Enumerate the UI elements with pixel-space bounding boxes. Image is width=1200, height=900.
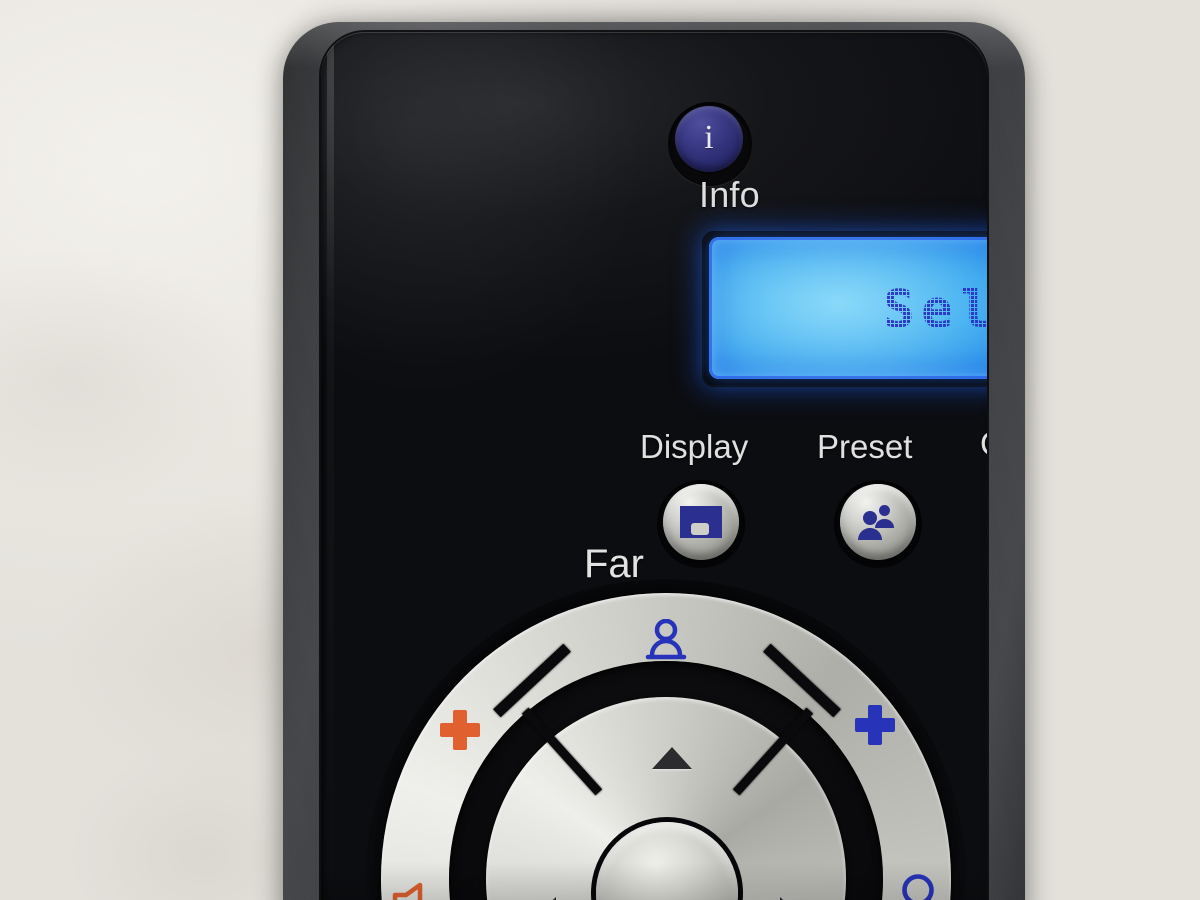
info-button[interactable]: i — [675, 106, 743, 172]
two-people-icon — [858, 505, 894, 540]
remote-faceplate: i Info Power Select Display Preset — [321, 32, 987, 900]
outer-ring-bottom-right-segment[interactable] — [894, 867, 950, 900]
lcd-text: Select — [883, 280, 987, 340]
lcd-display: Select — [709, 237, 987, 379]
display-button[interactable] — [663, 484, 739, 560]
faceplate-edge-light — [327, 32, 334, 900]
outer-ring-bottom-left-segment[interactable] — [385, 874, 439, 900]
navigation-wheel — [366, 579, 966, 900]
triangle-up-icon[interactable] — [652, 747, 692, 769]
outer-ring-top-segment[interactable] — [638, 615, 694, 667]
plus-icon — [440, 710, 480, 750]
speaker-icon — [392, 882, 423, 900]
faceplate-sheen — [321, 32, 726, 457]
camera-button-label: Camera — [980, 425, 987, 463]
monitor-icon — [680, 506, 722, 538]
magnifier-icon — [902, 874, 934, 900]
outer-ring-right-segment[interactable] — [852, 702, 898, 748]
preset-button-label: Preset — [817, 428, 913, 465]
remote-control-body: i Info Power Select Display Preset — [283, 22, 1025, 900]
plus-icon — [855, 705, 895, 745]
info-icon: i — [704, 119, 714, 156]
preset-button[interactable] — [840, 484, 916, 560]
outer-ring-left-segment[interactable] — [437, 707, 483, 753]
info-button-label: Info — [699, 174, 760, 215]
person-icon — [645, 619, 687, 660]
screenshot-root: i Info Power Select Display Preset — [0, 0, 1200, 900]
display-button-label: Display — [640, 428, 749, 465]
